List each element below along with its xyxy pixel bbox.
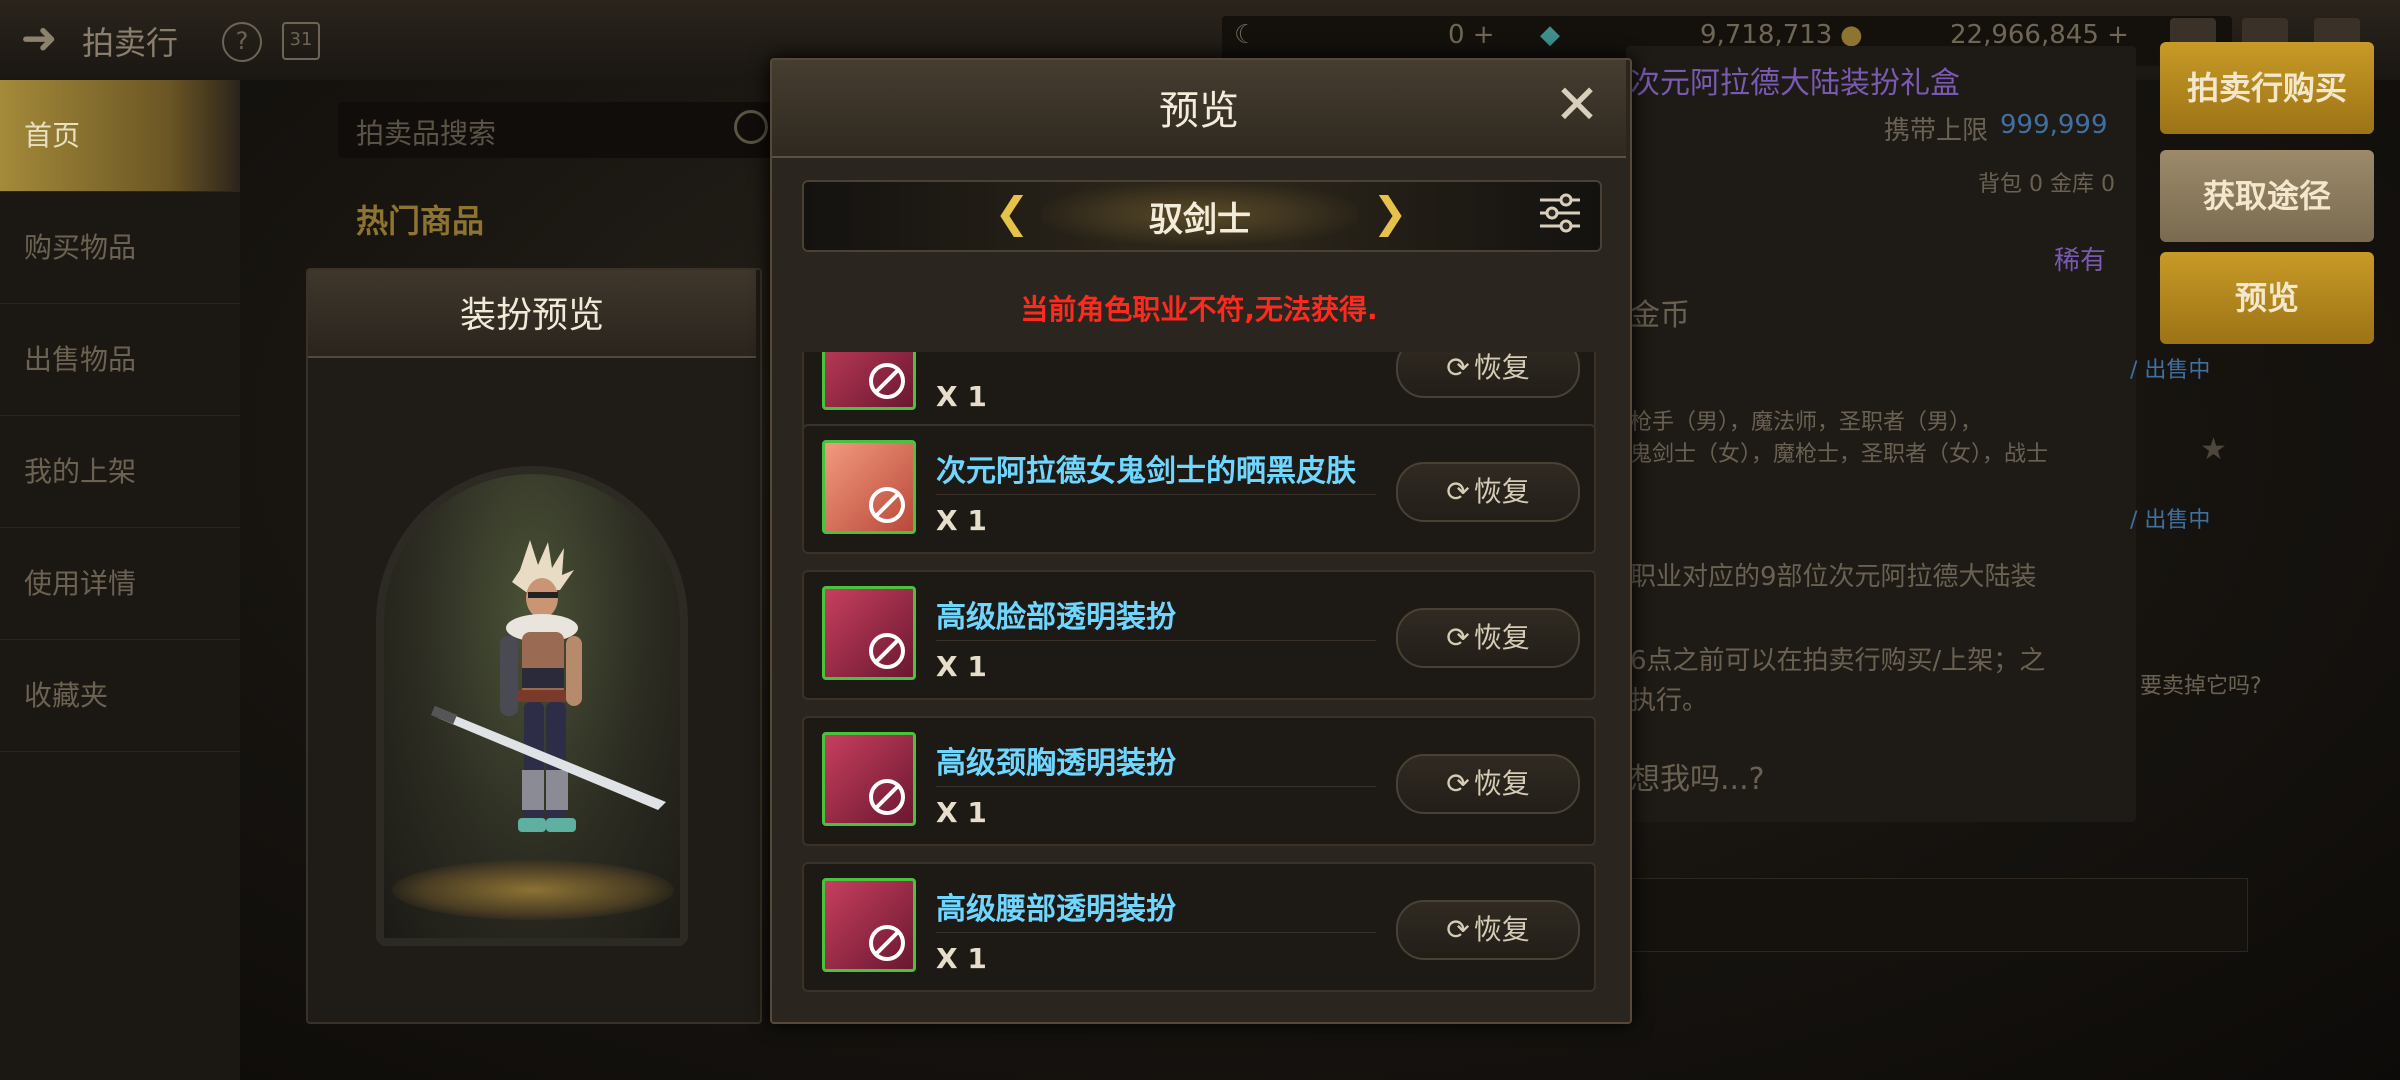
divider xyxy=(936,932,1376,933)
sidebar-item-usage[interactable]: 使用详情 xyxy=(0,528,240,640)
character-sprite xyxy=(431,540,666,832)
preview-button[interactable]: 预览 xyxy=(2160,252,2374,344)
restore-label: 恢复 xyxy=(1473,913,1530,946)
list-item: 高级腰部透明装扮 X 1 ⟳ 恢复 xyxy=(802,862,1596,992)
dialog-title: 预览 xyxy=(1159,88,1239,134)
moon-coin-icon: ☾ xyxy=(1234,20,1258,50)
restore-button[interactable]: ⟳ 恢复 xyxy=(1396,608,1580,668)
limit-label: 携带上限 xyxy=(1884,116,1989,146)
sidebar-item-favorites[interactable]: 收藏夹 xyxy=(0,640,240,752)
class-desc-2: 鬼剑士（女），魔枪士，圣职者（女），战士 xyxy=(1630,442,2049,467)
restore-icon: ⟳ xyxy=(1446,621,1470,654)
detail-title: 次元阿拉德大陆装扮礼盒 xyxy=(1630,66,1960,101)
item-name: 高级腰部透明装扮 xyxy=(936,892,1176,927)
class-name: 驭剑士 xyxy=(1149,200,1251,240)
crystal-icon: ◆ xyxy=(1540,20,1560,50)
star-icon[interactable]: ★ xyxy=(2200,432,2227,467)
item-quantity: X 1 xyxy=(936,650,987,683)
sidebar-item-home[interactable]: 首页 xyxy=(0,80,240,192)
search-placeholder: 拍卖品搜索 xyxy=(356,117,497,150)
chevron-left-icon[interactable]: ❮ xyxy=(994,188,1030,238)
rarity-label: 稀有 xyxy=(2054,246,2107,276)
selling-link-1[interactable]: / 出售中 xyxy=(2130,352,2210,384)
restore-icon: ⟳ xyxy=(1446,352,1470,384)
item-name: 次元阿拉德女鬼剑士的晒黑皮肤 xyxy=(936,454,1356,489)
selling-link-2[interactable]: / 出售中 xyxy=(2130,502,2210,534)
item-quantity: X 1 xyxy=(936,796,987,829)
detail-desc-5: 执行。 xyxy=(1630,686,1709,716)
page-title: 拍卖行 xyxy=(82,24,179,62)
list-item: 次元阿拉德女鬼剑士的晒黑皮肤 X 1 ⟳ 恢复 xyxy=(802,424,1596,554)
tan-skin-icon xyxy=(822,440,916,534)
coin-label: 金币 xyxy=(1630,298,1690,333)
get-source-button[interactable]: 获取途径 xyxy=(2160,150,2374,242)
list-item: X 1 ⟳ 恢复 xyxy=(802,352,1596,430)
item-quantity: X 1 xyxy=(936,942,987,975)
detail-desc-6: 想我吗...? xyxy=(1630,762,1765,797)
class-desc-1: 枪手（男），魔法师，圣职者（男）， xyxy=(1630,410,1983,435)
face-outfit-icon xyxy=(822,586,916,680)
chevron-right-icon[interactable]: ❯ xyxy=(1372,188,1408,238)
help-icon[interactable]: ? xyxy=(222,22,262,62)
back-arrow-icon[interactable]: ➜ xyxy=(14,14,64,64)
hot-items-title: 热门商品 xyxy=(356,202,485,240)
sidebar-item-my-listings[interactable]: 我的上架 xyxy=(0,416,240,528)
restore-button[interactable]: ⟳ 恢复 xyxy=(1396,352,1580,398)
search-icon[interactable] xyxy=(734,110,768,144)
restore-button[interactable]: ⟳ 恢复 xyxy=(1396,462,1580,522)
restore-icon: ⟳ xyxy=(1446,913,1470,946)
divider xyxy=(936,494,1376,495)
bag-count: 背包 0 金库 0 xyxy=(1978,172,2115,197)
restore-icon: ⟳ xyxy=(1446,475,1470,508)
outfit-preview-title: 装扮预览 xyxy=(459,295,604,336)
restore-button[interactable]: ⟳ 恢复 xyxy=(1396,754,1580,814)
item-quantity: X 1 xyxy=(936,380,987,413)
list-item: 高级脸部透明装扮 X 1 ⟳ 恢复 xyxy=(802,570,1596,700)
restore-button[interactable]: ⟳ 恢复 xyxy=(1396,900,1580,960)
detail-desc-4: 6点之前可以在拍卖行购买/上架；之 xyxy=(1630,646,2046,676)
sidebar-item-sell[interactable]: 出售物品 xyxy=(0,304,240,416)
partial-outfit-icon xyxy=(822,352,916,410)
sidebar-item-buy[interactable]: 购买物品 xyxy=(0,192,240,304)
item-quantity: X 1 xyxy=(936,504,987,537)
close-icon[interactable]: ✕ xyxy=(1552,78,1602,132)
restore-label: 恢复 xyxy=(1473,767,1530,800)
sell-question: 要卖掉它吗? xyxy=(2140,674,2262,699)
item-list[interactable]: X 1 ⟳ 恢复 次元阿拉德女鬼剑士的晒黑皮肤 X 1 ⟳ 恢复 高级脸部透明装扮 … xyxy=(802,352,1598,1002)
divider xyxy=(936,786,1376,787)
item-name: 高级颈胸透明装扮 xyxy=(936,746,1176,781)
restore-label: 恢复 xyxy=(1473,475,1530,508)
limit-value: 999,999 xyxy=(2000,110,2108,140)
filter-settings-icon[interactable] xyxy=(1536,192,1584,234)
calendar-icon[interactable]: 31 xyxy=(282,22,320,60)
item-name: 高级脸部透明装扮 xyxy=(936,600,1176,635)
restore-icon: ⟳ xyxy=(1446,767,1470,800)
currency-moon-value: 0 + xyxy=(1448,20,1495,50)
bottom-input-bar[interactable] xyxy=(1626,878,2248,952)
neck-chest-outfit-icon xyxy=(822,732,916,826)
restore-label: 恢复 xyxy=(1473,352,1530,384)
divider xyxy=(936,640,1376,641)
class-mismatch-warning: 当前角色职业不符,无法获得. xyxy=(1020,293,1378,326)
detail-desc-3: 职业对应的9部位次元阿拉德大陆装 xyxy=(1630,562,2037,592)
restore-label: 恢复 xyxy=(1473,621,1530,654)
auction-buy-button[interactable]: 拍卖行购买 xyxy=(2160,42,2374,134)
list-item: 高级颈胸透明装扮 X 1 ⟳ 恢复 xyxy=(802,716,1596,846)
waist-outfit-icon xyxy=(822,878,916,972)
